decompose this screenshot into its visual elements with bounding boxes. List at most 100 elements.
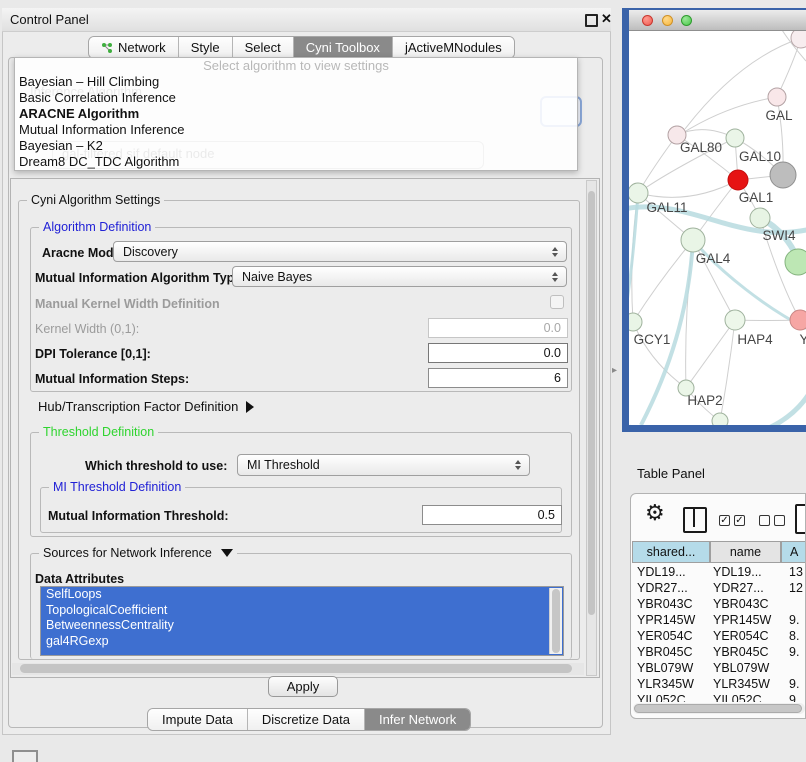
table-cell: YLR345W xyxy=(637,676,709,692)
network-node[interactable] xyxy=(770,162,796,188)
mi-type-combo[interactable]: Naive Bayes xyxy=(232,266,567,287)
kernel-width-field[interactable]: 0.0 xyxy=(428,318,568,338)
table-row[interactable]: YBR043CYBR043C xyxy=(632,596,806,612)
network-node-y[interactable] xyxy=(790,310,806,330)
apply-button[interactable]: Apply xyxy=(268,676,338,697)
tab-style[interactable]: Style xyxy=(179,37,233,58)
mi-threshold-field[interactable]: 0.5 xyxy=(422,505,562,525)
manual-kernel-checkbox[interactable] xyxy=(550,295,564,309)
table-row[interactable]: YDR27...YDR27...12 xyxy=(632,580,806,596)
algorithm-option[interactable]: ARACNE Algorithm xyxy=(15,106,577,122)
algorithm-option[interactable]: Dream8 DC_TDC Algorithm xyxy=(15,154,577,170)
network-node-gcy1[interactable] xyxy=(629,313,642,331)
status-corner-icon[interactable] xyxy=(12,750,38,762)
aracne-mode-combo[interactable]: Discovery xyxy=(113,241,567,262)
network-edge-highlighted xyxy=(629,193,638,321)
column-header-name[interactable]: name xyxy=(710,541,781,563)
table-cell: 12 xyxy=(789,580,806,596)
algorithm-option[interactable]: Bayesian – K2 xyxy=(15,138,577,154)
settings-horizontal-scrollbar[interactable] xyxy=(12,663,584,675)
table-cell: 9 xyxy=(789,692,806,702)
tab-impute-data[interactable]: Impute Data xyxy=(148,709,248,730)
table-horizontal-scrollbar[interactable] xyxy=(633,703,805,714)
checked-checkbox-icon[interactable]: ✓ xyxy=(734,515,745,526)
minimize-traffic-icon[interactable] xyxy=(662,15,673,26)
gear-icon[interactable]: ⚙ xyxy=(645,500,665,526)
mi-steps-value: 6 xyxy=(554,371,561,385)
table-row[interactable]: YIL052CYIL052C9 xyxy=(632,692,806,702)
table-cell: YBL079W xyxy=(713,660,783,676)
data-attributes-label: Data Attributes xyxy=(35,572,124,586)
manual-kernel-label: Manual Kernel Width Definition xyxy=(35,297,220,311)
network-window-titlebar[interactable] xyxy=(629,10,806,31)
screen: Control Panel ✕ NetworkStyleSelectCyni T… xyxy=(0,0,806,762)
close-icon[interactable]: ✕ xyxy=(601,11,612,27)
network-node-gal4[interactable] xyxy=(681,228,705,252)
tab-cyni-toolbox[interactable]: Cyni Toolbox xyxy=(294,37,393,58)
columns-icon[interactable] xyxy=(683,507,707,533)
control-panel-titlebar[interactable] xyxy=(2,8,611,32)
data-attributes-list[interactable]: SelfLoopsTopologicalCoefficientBetweenne… xyxy=(40,586,564,656)
table-panel: ⚙ ✓ ✓ shared...nameA YDL19...YDL19...13Y… xyxy=(630,493,806,719)
list-item-partial[interactable] xyxy=(41,649,563,656)
algorithm-option[interactable]: Bayesian – Hill Climbing xyxy=(15,74,577,90)
list-scrollbar[interactable] xyxy=(549,588,562,654)
checked-checkbox-icon[interactable]: ✓ xyxy=(719,515,730,526)
mi-threshold-value: 0.5 xyxy=(538,508,555,522)
table-cell: 9. xyxy=(789,612,806,628)
close-traffic-icon[interactable] xyxy=(642,15,653,26)
column-header-shared[interactable]: shared... xyxy=(632,541,710,563)
network-node-hap4[interactable] xyxy=(725,310,745,330)
table-cell: YIL052C xyxy=(713,692,783,702)
table-cell: YBR043C xyxy=(637,596,709,612)
tab-jactivemnodules[interactable]: jActiveMNodules xyxy=(393,37,514,58)
table-row[interactable]: YLR345WYLR345W9. xyxy=(632,676,806,692)
float-window-icon[interactable] xyxy=(585,14,598,27)
tab-label: Style xyxy=(191,37,220,58)
table-row[interactable]: YBR045CYBR045C9. xyxy=(632,644,806,660)
unchecked-checkbox-icon[interactable] xyxy=(759,515,770,526)
table-row[interactable]: YPR145WYPR145W9. xyxy=(632,612,806,628)
dpi-tolerance-label: DPI Tolerance [0,1]: xyxy=(35,347,151,361)
mi-steps-field[interactable]: 6 xyxy=(428,368,568,388)
network-node-swi4[interactable] xyxy=(750,208,770,228)
stepper-icon xyxy=(511,460,529,470)
table-row[interactable]: YDL19...YDL19...13 xyxy=(632,564,806,580)
splitter-handle[interactable]: ▸ xyxy=(612,365,617,376)
which-threshold-combo[interactable]: MI Threshold xyxy=(237,454,530,476)
network-node-gal[interactable] xyxy=(768,88,786,106)
kernel-width-value: 0.0 xyxy=(544,321,561,335)
data-attribute-item[interactable]: TopologicalCoefficient xyxy=(41,603,563,619)
tab-select[interactable]: Select xyxy=(233,37,294,58)
data-attribute-item[interactable]: BetweennessCentrality xyxy=(41,618,563,634)
algorithm-option[interactable]: Mutual Information Inference xyxy=(15,122,577,138)
data-attribute-item[interactable]: SelfLoops xyxy=(41,587,563,603)
tab-network[interactable]: Network xyxy=(89,37,179,58)
table-cell: YLR345W xyxy=(713,676,783,692)
algorithm-option[interactable]: Basic Correlation Inference xyxy=(15,90,577,106)
network-canvas[interactable]: GALGAL80GAL10GAL1GAL11SWI4GAL4GCY1HAP4YH… xyxy=(629,31,806,425)
table-cell: 9. xyxy=(789,644,806,660)
dpi-tolerance-field[interactable]: 0.0 xyxy=(428,343,568,363)
table-row[interactable]: YER054CYER054C8. xyxy=(632,628,806,644)
tab-infer-network[interactable]: Infer Network xyxy=(365,709,470,730)
network-node[interactable] xyxy=(785,249,806,275)
document-icon[interactable] xyxy=(795,504,806,534)
network-edge xyxy=(686,97,777,131)
table-row[interactable]: YBL079WYBL079W xyxy=(632,660,806,676)
zoom-traffic-icon[interactable] xyxy=(681,15,692,26)
tab-discretize-data[interactable]: Discretize Data xyxy=(248,709,365,730)
network-node-gal11[interactable] xyxy=(629,183,648,203)
column-header-a[interactable]: A xyxy=(781,541,806,563)
network-node-label: GAL80 xyxy=(680,140,722,155)
sources-title-row[interactable]: Sources for Network Inference xyxy=(39,546,237,560)
unchecked-checkbox-icon[interactable] xyxy=(774,515,785,526)
hub-factor-expander[interactable]: Hub/Transcription Factor Definition xyxy=(38,399,254,414)
mi-type-label: Mutual Information Algorithm Type: xyxy=(35,271,245,285)
data-attribute-item[interactable]: gal4RGexp xyxy=(41,634,563,650)
table-body[interactable]: YDL19...YDL19...13YDR27...YDR27...12YBR0… xyxy=(632,564,806,702)
network-node[interactable] xyxy=(712,413,728,425)
network-node-gal10[interactable] xyxy=(726,129,744,147)
network-node-gal1[interactable] xyxy=(728,170,748,190)
settings-vertical-scrollbar[interactable] xyxy=(586,180,597,676)
